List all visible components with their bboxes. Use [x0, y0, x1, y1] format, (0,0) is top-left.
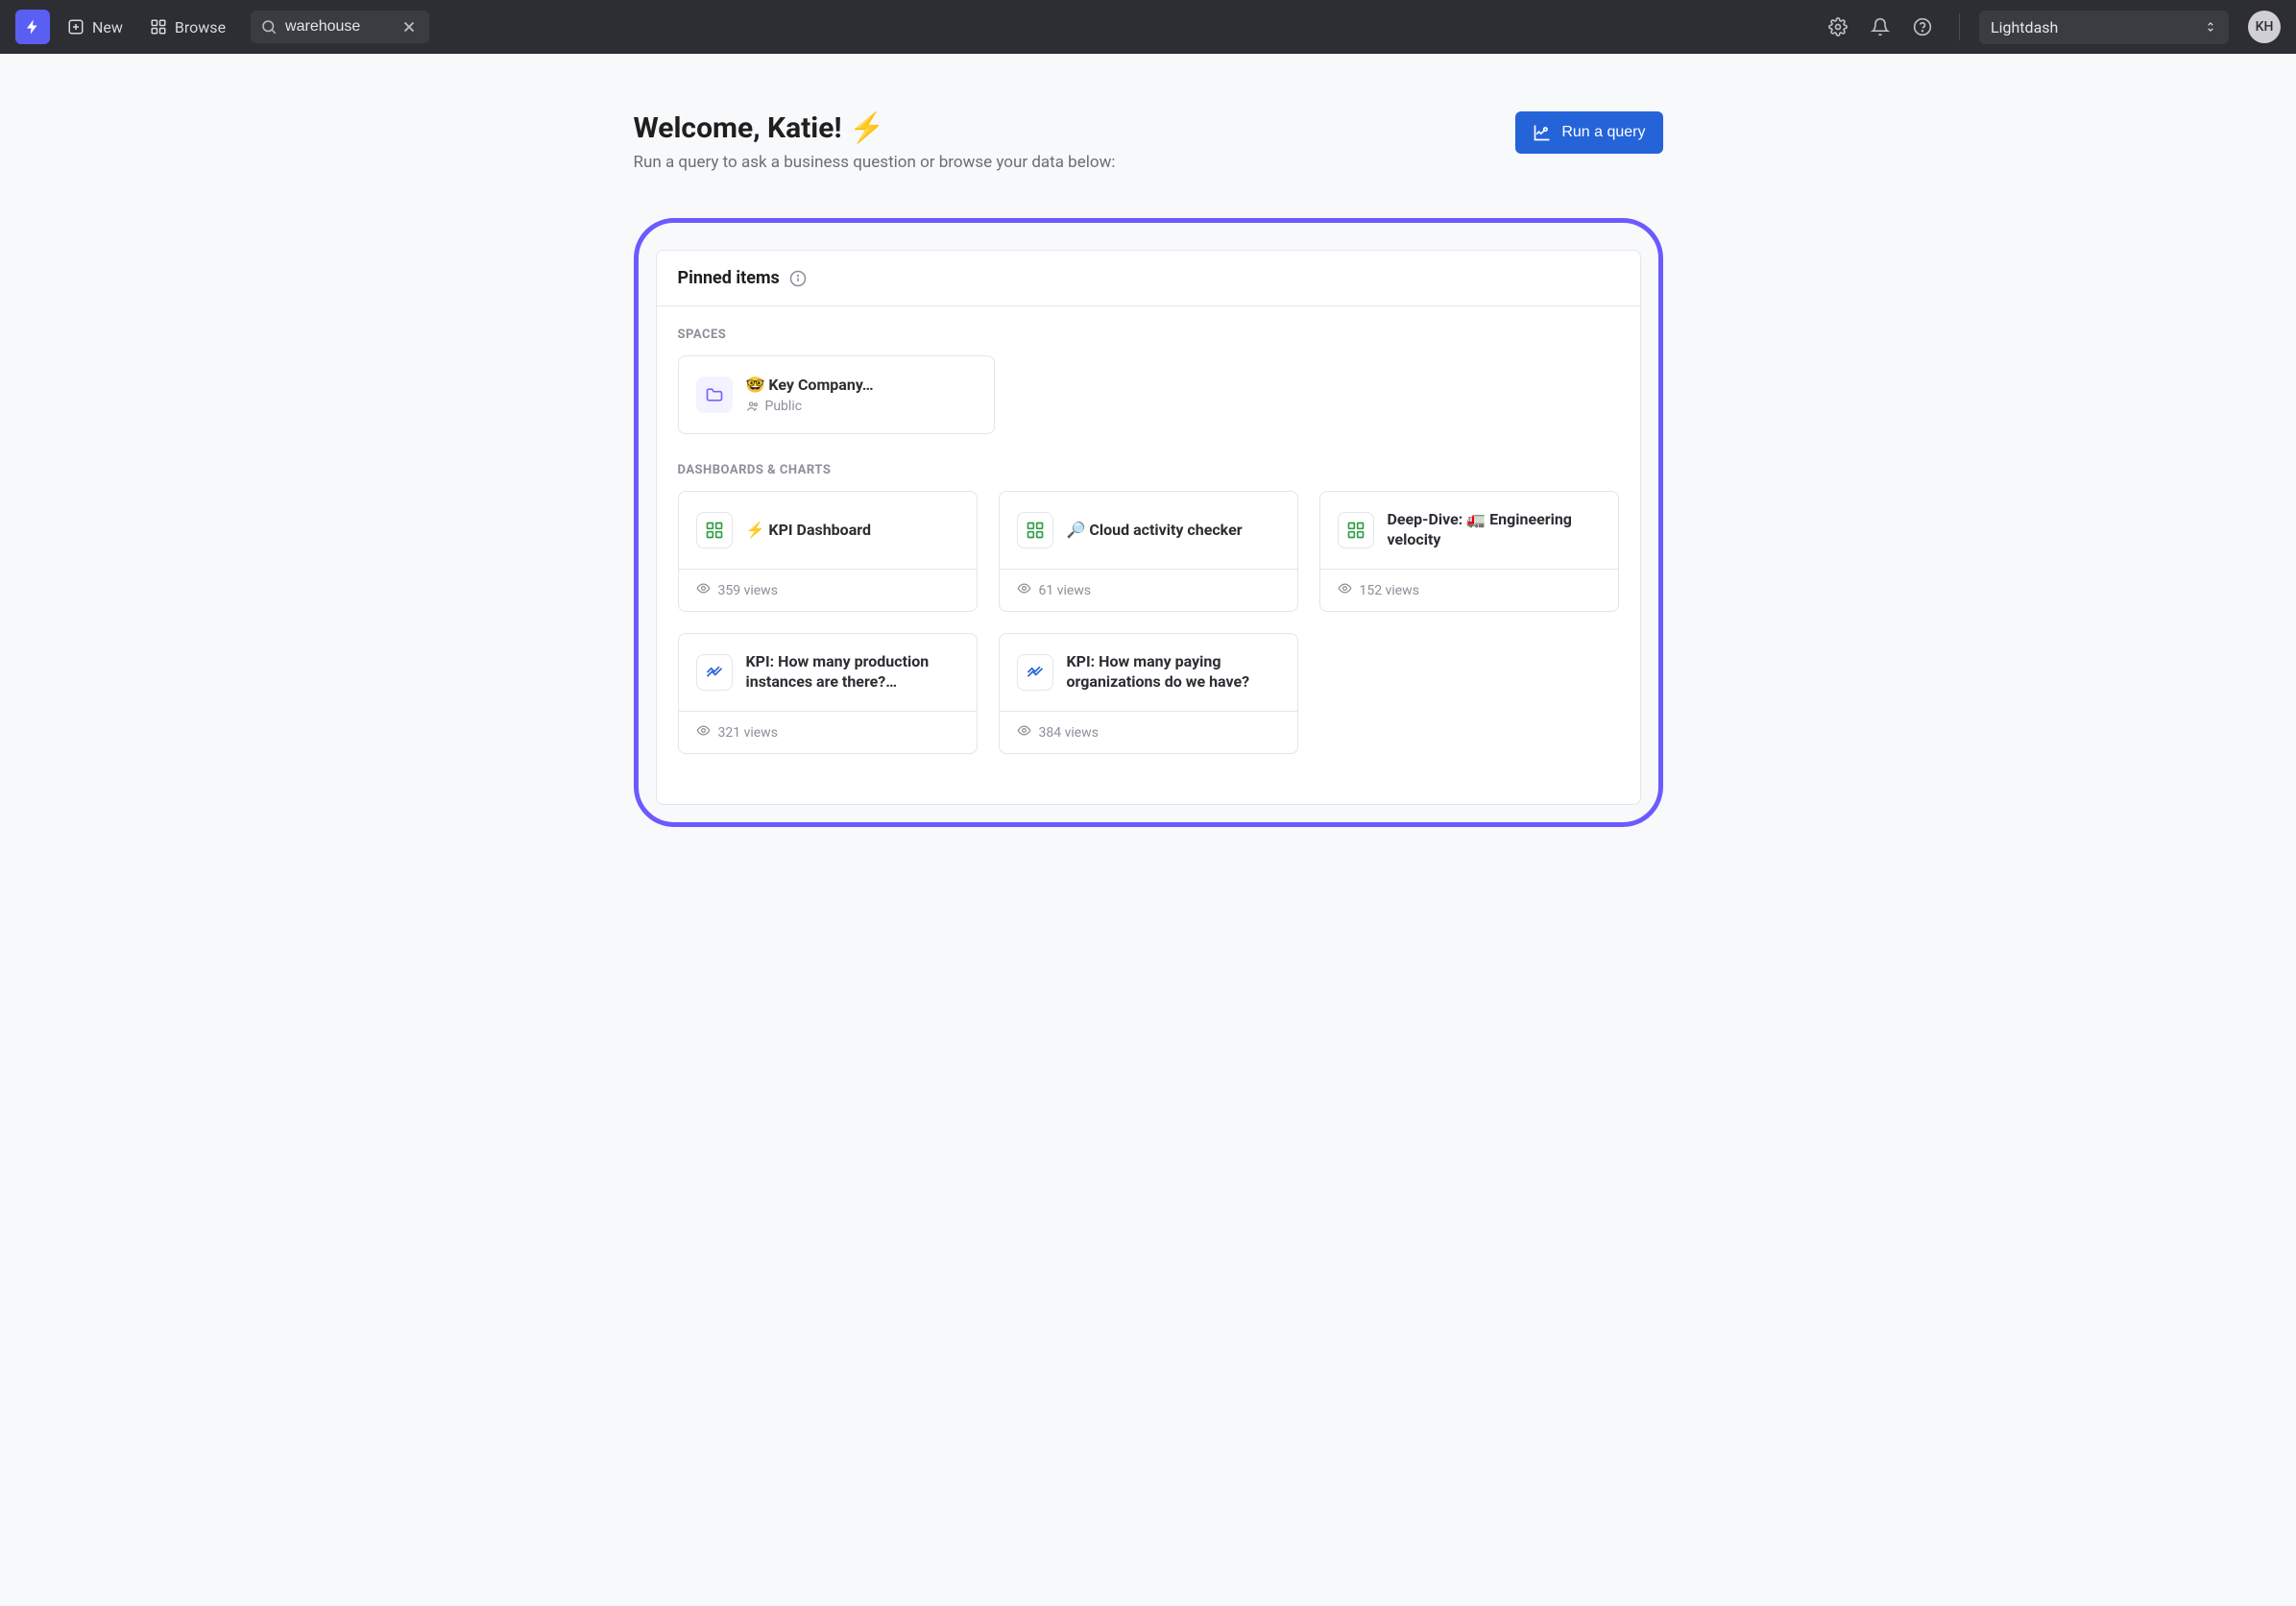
- run-query-button[interactable]: Run a query: [1515, 111, 1662, 154]
- browse-label: Browse: [175, 18, 226, 36]
- space-title: 🤓 Key Company…: [746, 376, 874, 396]
- project-selector[interactable]: Lightdash: [1979, 11, 2229, 44]
- dashboard-card[interactable]: Deep-Dive: 🚛 Engineering velocity 152 vie…: [1319, 491, 1619, 612]
- dashboard-icon: [1338, 512, 1374, 548]
- search-input[interactable]: [285, 18, 391, 36]
- card-views: 321 views: [679, 711, 977, 753]
- chart-icon: [696, 654, 733, 691]
- page-title: Welcome, Katie! ⚡: [634, 111, 1116, 145]
- highlight-frame: Pinned items SPACES 🤓 Key Company…: [634, 218, 1663, 827]
- project-name: Lightdash: [1991, 18, 2058, 36]
- new-label: New: [92, 18, 123, 36]
- chart-card[interactable]: KPI: How many production instances are t…: [678, 633, 978, 754]
- dashboard-card[interactable]: 🔎 Cloud activity checker 61 views: [999, 491, 1298, 612]
- space-card[interactable]: 🤓 Key Company… Public: [678, 355, 995, 434]
- brand-logo[interactable]: [15, 10, 50, 44]
- avatar-initials: KH: [2256, 19, 2274, 35]
- grid-icon: [150, 18, 167, 36]
- dashboards-section-label: DASHBOARDS & CHARTS: [678, 463, 1619, 477]
- topbar: New Browse Lightdash KH: [0, 0, 2296, 54]
- spaces-section-label: SPACES: [678, 328, 1619, 342]
- help-icon: [1913, 17, 1932, 36]
- pinned-panel: Pinned items SPACES 🤓 Key Company…: [656, 250, 1641, 805]
- divider: [1959, 13, 1960, 40]
- chevron-sort-icon: [2204, 20, 2217, 34]
- new-button[interactable]: New: [58, 11, 133, 44]
- card-views: 152 views: [1320, 569, 1618, 611]
- card-title: KPI: How many production instances are t…: [746, 652, 959, 693]
- space-visibility: Public: [746, 399, 874, 414]
- eye-icon: [1017, 581, 1031, 599]
- page-subtitle: Run a query to ask a business question o…: [634, 153, 1116, 172]
- card-title: 🔎 Cloud activity checker: [1067, 521, 1243, 541]
- eye-icon: [1017, 723, 1031, 742]
- pinned-header: Pinned items: [657, 251, 1640, 306]
- card-views: 384 views: [1000, 711, 1297, 753]
- card-title: ⚡ KPI Dashboard: [746, 521, 872, 541]
- help-button[interactable]: [1905, 10, 1940, 44]
- folder-icon: [696, 377, 733, 413]
- notifications-button[interactable]: [1863, 10, 1897, 44]
- avatar[interactable]: KH: [2248, 11, 2281, 43]
- users-icon: [746, 400, 760, 413]
- bolt-icon: [24, 18, 41, 36]
- dashboard-icon: [696, 512, 733, 548]
- dashboard-icon: [1017, 512, 1053, 548]
- card-title: Deep-Dive: 🚛 Engineering velocity: [1388, 510, 1601, 550]
- info-icon[interactable]: [789, 270, 807, 287]
- eye-icon: [696, 581, 711, 599]
- card-views: 359 views: [679, 569, 977, 611]
- eye-icon: [1338, 581, 1352, 599]
- plus-square-icon: [67, 18, 85, 36]
- search-clear-button[interactable]: [399, 16, 420, 37]
- close-icon: [400, 18, 418, 36]
- browse-button[interactable]: Browse: [140, 11, 235, 44]
- dashboard-card[interactable]: ⚡ KPI Dashboard 359 views: [678, 491, 978, 612]
- chart-icon: [1017, 654, 1053, 691]
- run-query-label: Run a query: [1561, 124, 1645, 141]
- pinned-title: Pinned items: [678, 268, 780, 288]
- settings-button[interactable]: [1821, 10, 1855, 44]
- card-views: 61 views: [1000, 569, 1297, 611]
- explore-icon: [1533, 123, 1552, 142]
- bell-icon: [1871, 17, 1890, 36]
- page-content: Welcome, Katie! ⚡ Run a query to ask a b…: [611, 54, 1686, 865]
- search-icon: [260, 18, 278, 36]
- hero: Welcome, Katie! ⚡ Run a query to ask a b…: [634, 111, 1663, 172]
- chart-card[interactable]: KPI: How many paying organizations do we…: [999, 633, 1298, 754]
- search-box[interactable]: [251, 11, 429, 43]
- eye-icon: [696, 723, 711, 742]
- card-title: KPI: How many paying organizations do we…: [1067, 652, 1280, 693]
- gear-icon: [1828, 17, 1848, 36]
